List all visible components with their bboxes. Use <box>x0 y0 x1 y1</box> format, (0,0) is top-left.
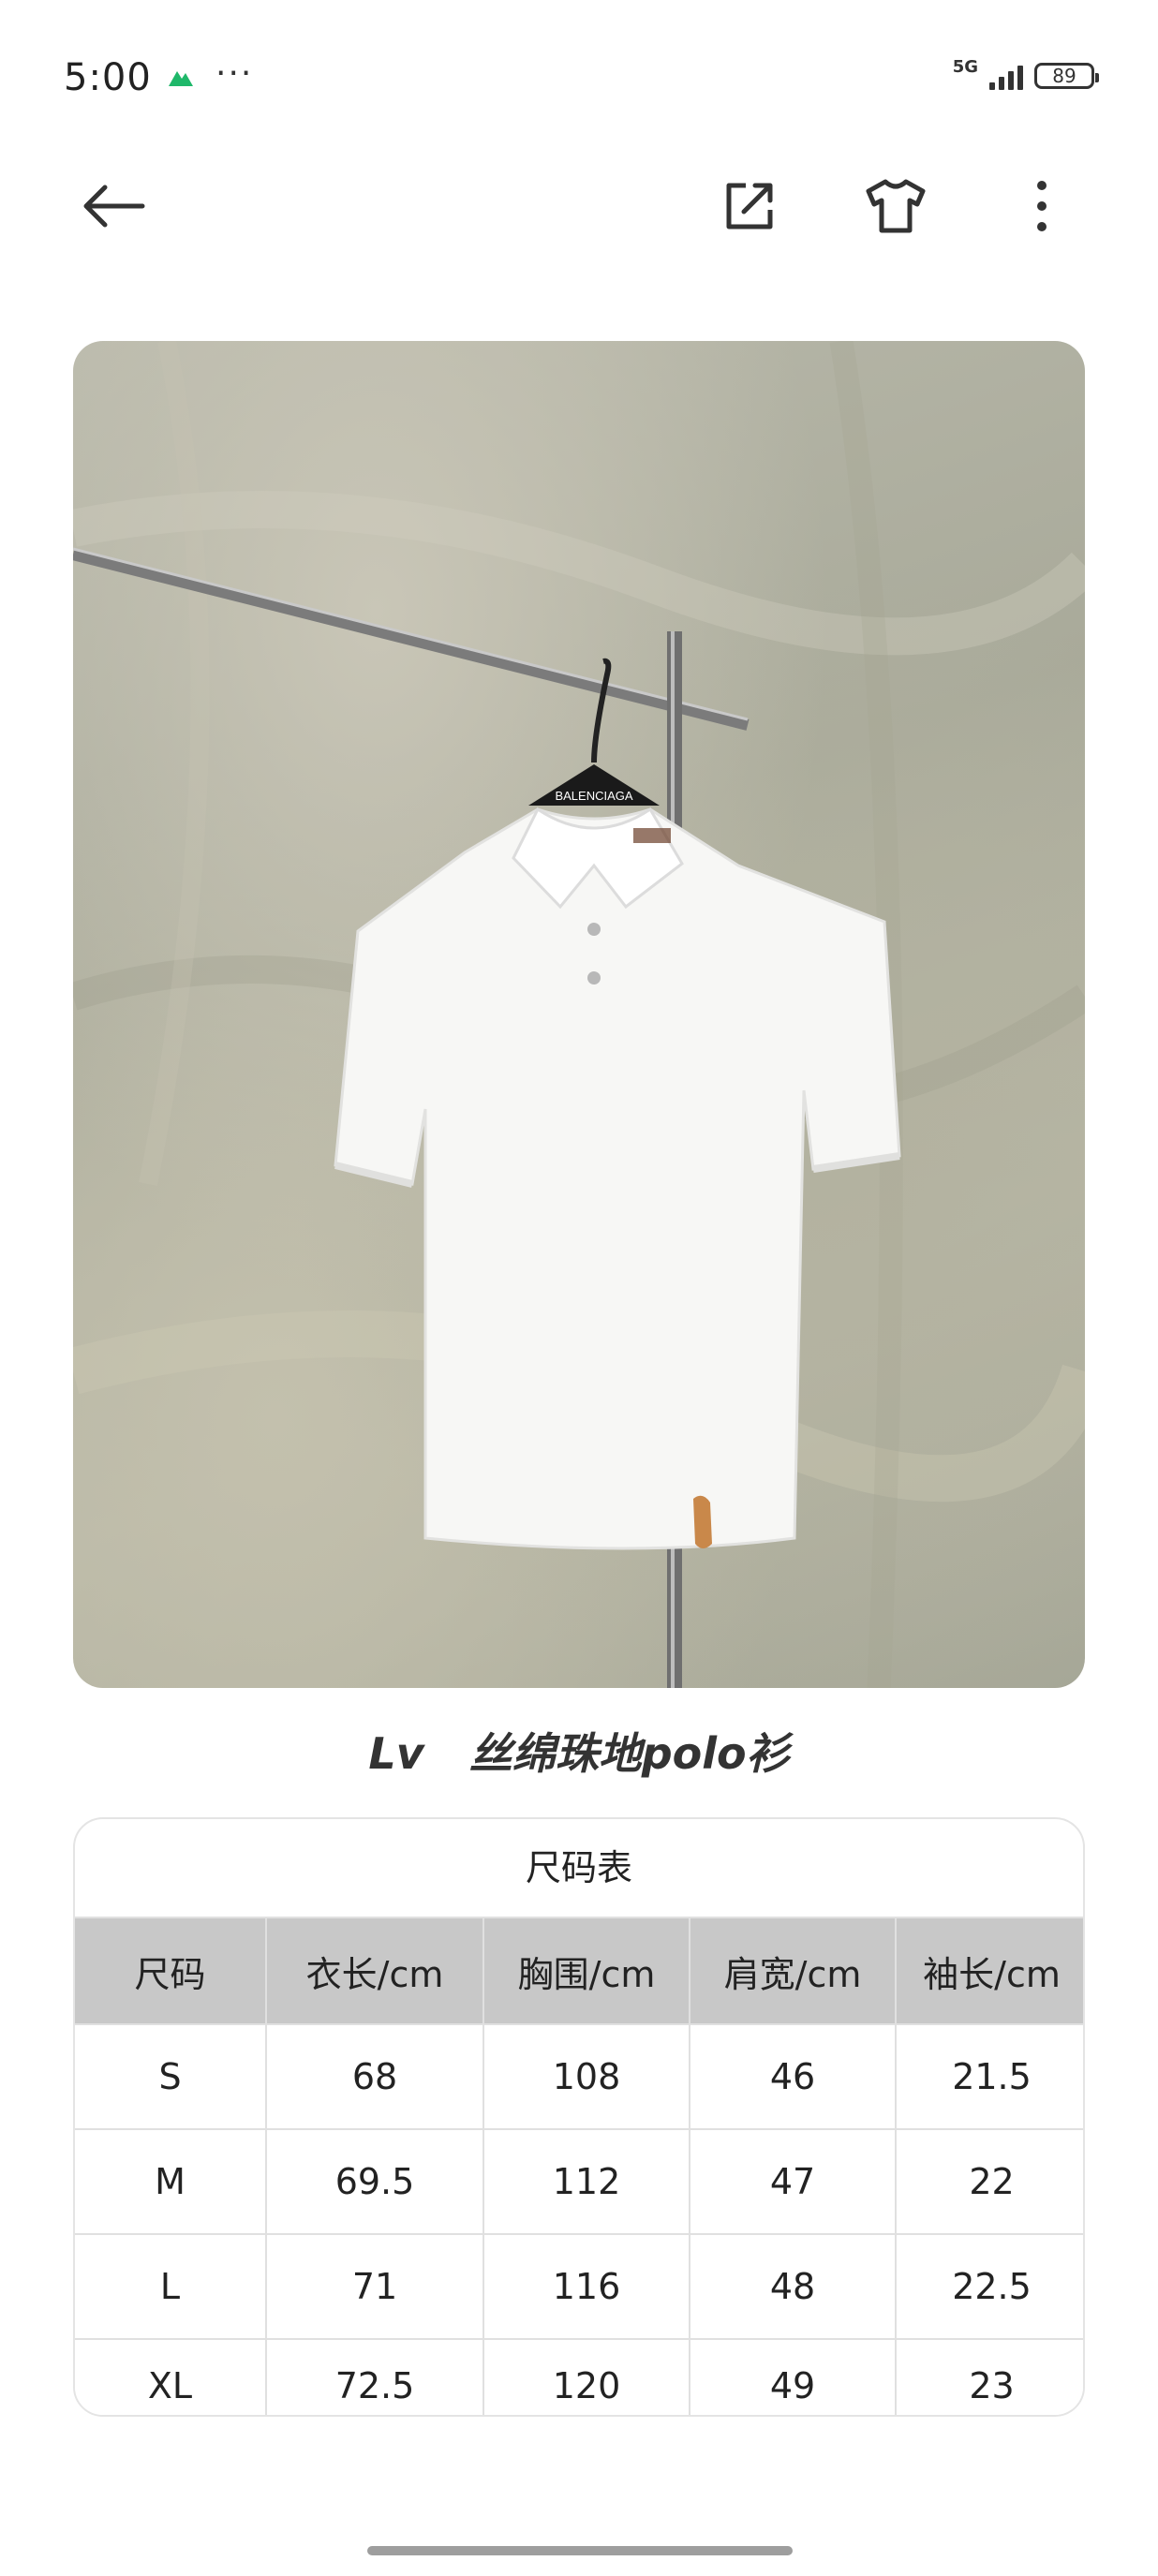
table-cell: 49 <box>689 2338 897 2415</box>
status-bar: 5:00 ··· 5G 89 <box>0 0 1158 159</box>
product-photo-illustration: BALENCIAGA <box>73 341 1085 1688</box>
table-row: XL 72.5 120 49 23 <box>75 2338 1083 2415</box>
battery-level: 89 <box>1052 65 1076 87</box>
table-cell: L <box>75 2233 267 2340</box>
mountain-app-icon <box>169 67 193 90</box>
table-row: S 68 108 46 21.5 <box>75 2023 1083 2130</box>
table-cell: 22.5 <box>895 2233 1083 2340</box>
product-photo[interactable]: BALENCIAGA <box>73 341 1085 1688</box>
product-name: 丝绵珠地polo衫 <box>468 1728 790 1779</box>
hanger-brand-label: BALENCIAGA <box>555 789 632 803</box>
back-arrow-icon <box>83 185 145 228</box>
column-header-size: 尺码 <box>75 1917 267 2025</box>
table-cell: 21.5 <box>895 2023 1083 2130</box>
table-cell: 108 <box>482 2023 690 2130</box>
table-cell: 72.5 <box>265 2338 484 2415</box>
table-cell: 47 <box>689 2128 897 2235</box>
table-cell: 71 <box>265 2233 484 2340</box>
more-button[interactable] <box>1004 169 1079 244</box>
signal-icon <box>989 62 1023 90</box>
network-type-label: 5G <box>952 56 978 77</box>
size-chart-title: 尺码表 <box>525 1847 632 1888</box>
column-header-chest: 胸围/cm <box>482 1917 690 2025</box>
table-cell: 112 <box>482 2128 690 2235</box>
column-header-length: 衣长/cm <box>265 1917 484 2025</box>
status-icons: 5G 89 <box>953 57 1099 90</box>
product-brand: Lv <box>368 1728 424 1779</box>
table-cell: 48 <box>689 2233 897 2340</box>
shirt-icon <box>866 179 926 233</box>
table-cell: 23 <box>895 2338 1083 2415</box>
table-cell: 68 <box>265 2023 484 2130</box>
table-cell: XL <box>75 2338 267 2415</box>
size-chart-table: 尺码 衣长/cm 胸围/cm 肩宽/cm 袖长/cm S 68 108 46 2… <box>75 1917 1083 2415</box>
product-title: Lv 丝绵珠地polo衫 <box>0 1720 1158 1782</box>
size-chart: 尺码表 尺码 衣长/cm 胸围/cm 肩宽/cm 袖长/cm S 68 108 … <box>73 1817 1085 2417</box>
table-cell: M <box>75 2128 267 2235</box>
table-cell: 22 <box>895 2128 1083 2235</box>
home-indicator[interactable] <box>367 2546 793 2555</box>
table-cell: 120 <box>482 2338 690 2415</box>
column-header-shoulder: 肩宽/cm <box>689 1917 897 2025</box>
table-header-row: 尺码 衣长/cm 胸围/cm 肩宽/cm 袖长/cm <box>75 1917 1083 2025</box>
table-cell: 46 <box>689 2023 897 2130</box>
column-header-sleeve: 袖长/cm <box>895 1917 1083 2025</box>
table-row: M 69.5 112 47 22 <box>75 2128 1083 2235</box>
table-cell: S <box>75 2023 267 2130</box>
table-cell: 69.5 <box>265 2128 484 2235</box>
battery-icon: 89 <box>1034 63 1099 89</box>
share-button[interactable] <box>712 169 787 244</box>
more-notifications-indicator: ··· <box>215 54 254 93</box>
back-button[interactable] <box>75 169 150 244</box>
table-row: L 71 116 48 22.5 <box>75 2233 1083 2340</box>
try-on-button[interactable] <box>858 169 933 244</box>
table-cell: 116 <box>482 2233 690 2340</box>
share-icon <box>726 183 773 229</box>
toolbar <box>0 159 1158 253</box>
more-vertical-icon <box>1037 181 1047 231</box>
status-time: 5:00 <box>64 56 152 99</box>
